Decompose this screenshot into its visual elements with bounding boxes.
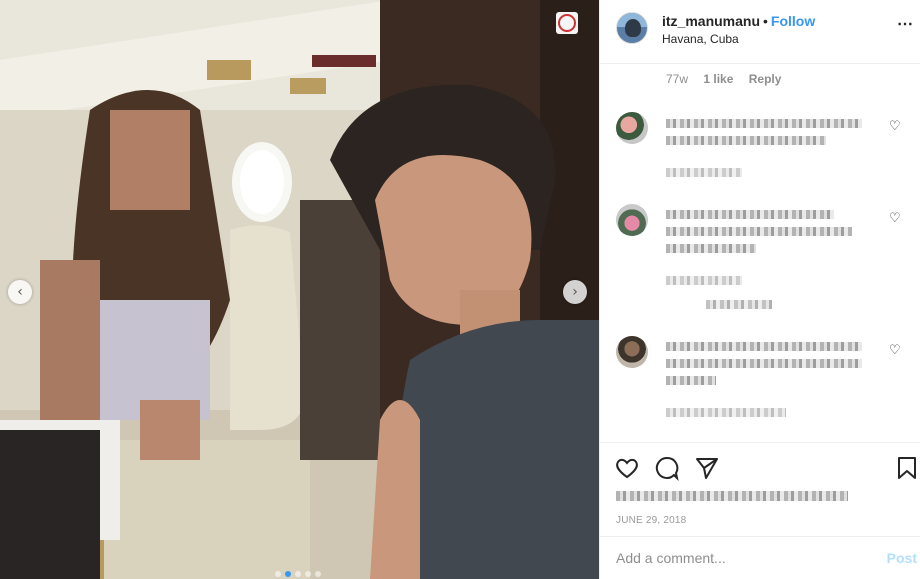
comment-text-blurred	[666, 244, 756, 253]
carousel-dot-active	[285, 571, 291, 577]
comment-meta-blurred	[666, 168, 742, 177]
chevron-left-icon: ‹	[17, 284, 23, 300]
comment-input[interactable]: Add a comment...	[616, 550, 726, 566]
comment-like-icon[interactable]: ♡	[889, 344, 903, 358]
photo-illustration	[0, 0, 599, 579]
carousel-dot	[275, 571, 281, 577]
avatar[interactable]	[616, 12, 648, 44]
post-comment-button[interactable]: Post	[887, 550, 917, 566]
comment-text-blurred	[666, 210, 834, 219]
post-sidebar: itz_manumanu • Follow Havana, Cuba ⋯ 77w 1…	[599, 0, 920, 579]
comment-text-blurred	[666, 119, 862, 128]
follow-button[interactable]: Follow	[771, 13, 815, 29]
chevron-right-icon: ›	[572, 284, 578, 300]
caption-age: 77w	[666, 72, 689, 86]
share-paper-plane-icon[interactable]	[694, 455, 720, 481]
view-replies-blurred[interactable]	[706, 300, 772, 309]
post-header: itz_manumanu • Follow Havana, Cuba ⋯	[600, 0, 920, 64]
comment-meta-blurred	[666, 276, 742, 285]
post-photo[interactable]: ‹ ›	[0, 0, 599, 579]
more-options-icon[interactable]: ⋯	[897, 14, 914, 34]
post-date[interactable]: JUNE 29, 2018	[616, 515, 686, 526]
caption-meta: 77w 1 like Reply	[616, 72, 904, 90]
comment-like-icon[interactable]: ♡	[889, 212, 903, 226]
username-link[interactable]: itz_manumanu	[662, 13, 760, 29]
like-heart-icon[interactable]	[614, 455, 640, 481]
comment-bubble-icon[interactable]	[654, 455, 680, 481]
comments-list[interactable]: 77w 1 like Reply ♡ ♡ ♡	[600, 64, 920, 442]
comment-text-blurred	[666, 342, 862, 351]
comment-meta-blurred	[666, 408, 786, 417]
comment-text-blurred	[666, 136, 826, 145]
carousel-dot	[295, 571, 301, 577]
commenter-avatar[interactable]	[616, 112, 648, 144]
location-link[interactable]: Havana, Cuba	[662, 32, 815, 46]
add-comment-bar: Add a comment... Post	[600, 536, 920, 579]
comment-text-blurred	[666, 227, 852, 236]
caption-likes[interactable]: 1 like	[703, 72, 733, 86]
carousel-dot	[305, 571, 311, 577]
comment-text-blurred	[666, 376, 716, 385]
likes-count-blurred[interactable]	[616, 491, 848, 501]
comment-like-icon[interactable]: ♡	[889, 120, 903, 134]
save-bookmark-icon[interactable]	[894, 455, 920, 481]
carousel-prev-button[interactable]: ‹	[8, 280, 32, 304]
commenter-avatar[interactable]	[616, 336, 648, 368]
comment-text-blurred	[666, 359, 862, 368]
carousel-dot	[315, 571, 321, 577]
carousel-indicator	[275, 571, 321, 577]
action-bar: JUNE 29, 2018	[600, 442, 920, 536]
separator-dot: •	[763, 13, 768, 29]
post-modal: ‹ › itz_manumanu•Follow Havana, Cuba ⋯	[0, 0, 920, 579]
commenter-avatar[interactable]	[616, 204, 648, 236]
carousel-next-button[interactable]: ›	[563, 280, 587, 304]
reply-button[interactable]: Reply	[749, 72, 782, 86]
